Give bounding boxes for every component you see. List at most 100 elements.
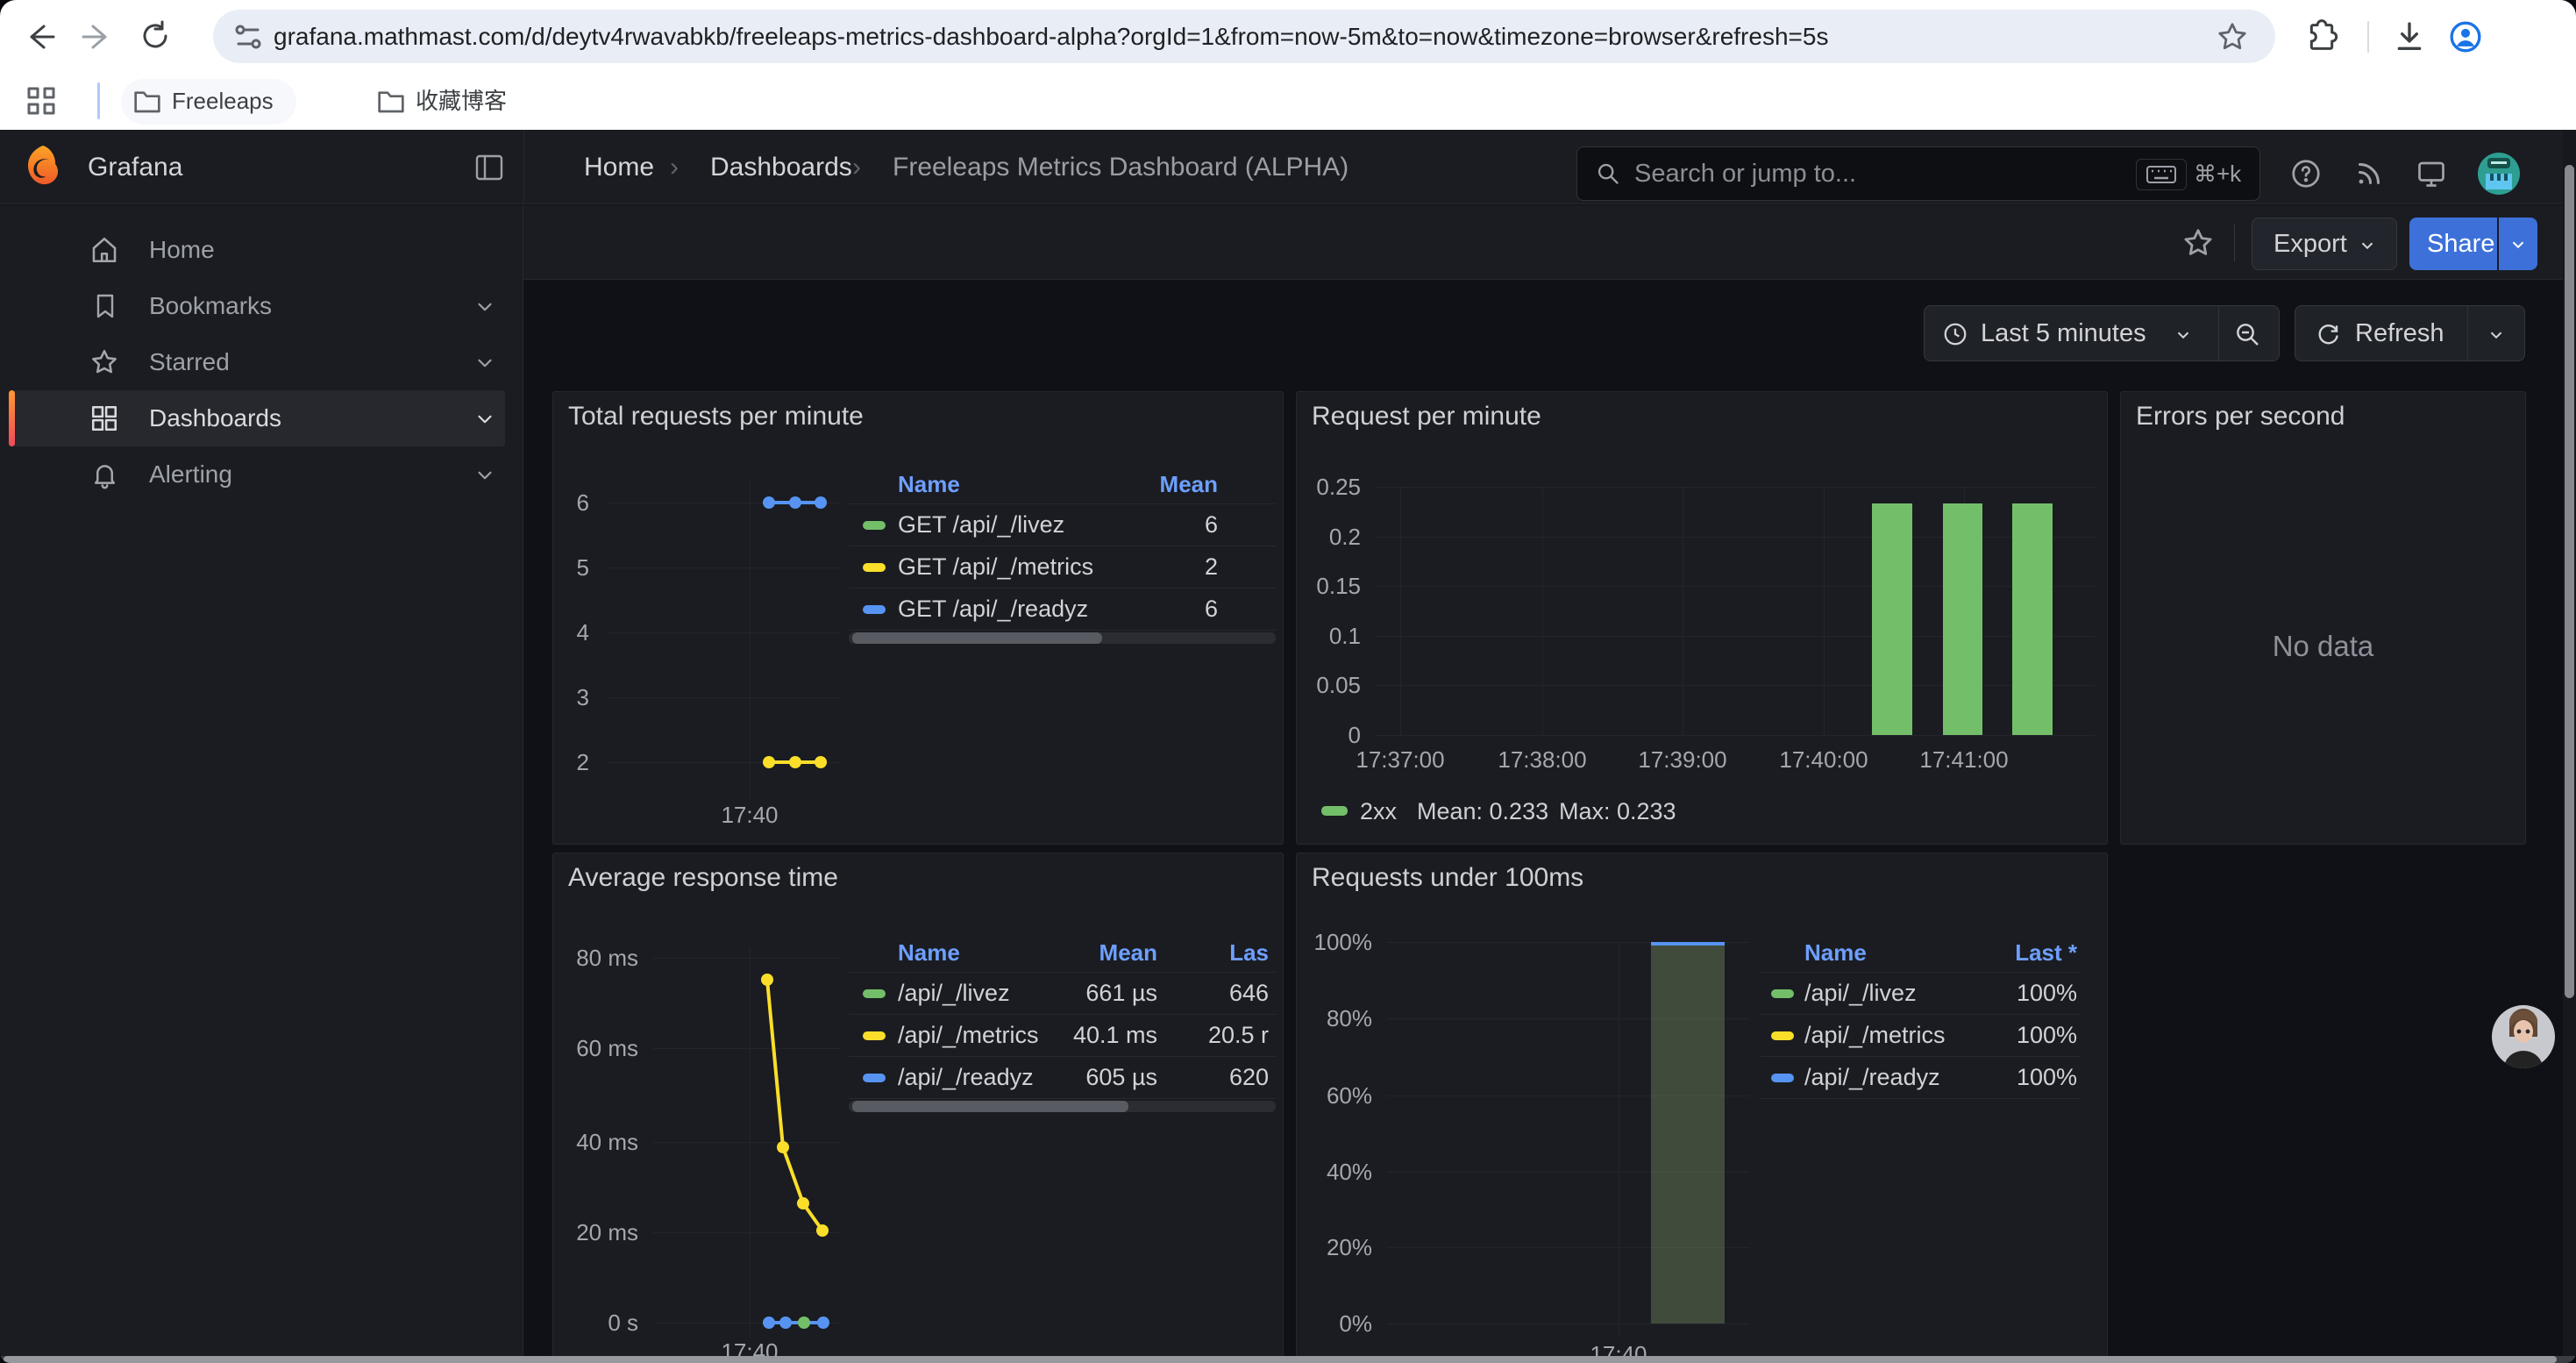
legend-row[interactable]: /api/_/readyz 605 µs 620 (849, 1057, 1276, 1099)
time-range-label[interactable]: Last 5 minutes (1981, 306, 2146, 360)
chevron-down-icon[interactable] (2174, 325, 2193, 345)
series-last: 620 (1229, 1057, 1269, 1098)
y-tick: 40% (1293, 1158, 1372, 1186)
legend-scrollbar[interactable] (849, 632, 1276, 644)
series-swatch (1321, 806, 1348, 816)
legend-row[interactable]: /api/_/livez 100% (1761, 973, 2081, 1015)
chevron-down-icon[interactable] (473, 352, 496, 375)
refresh-icon[interactable] (2315, 320, 2341, 346)
y-tick: 80% (1293, 1004, 1372, 1032)
legend-col-name[interactable]: Name (1804, 933, 1867, 972)
vertical-scrollbar-thumb[interactable] (2565, 165, 2574, 998)
legend-row[interactable]: /api/_/livez 661 µs 646 (849, 973, 1276, 1015)
help-icon[interactable] (2290, 158, 2322, 189)
breadcrumb-dashboards[interactable]: Dashboards (710, 130, 852, 204)
sidebar-item-alerting[interactable]: Alerting (0, 446, 523, 503)
refresh-interval-chevron-icon[interactable] (2487, 325, 2506, 345)
sidebar-item-label: Dashboards (149, 390, 281, 446)
series-swatch (863, 1074, 886, 1082)
refresh-button-label[interactable]: Refresh (2355, 306, 2444, 360)
active-item-accent (9, 390, 15, 446)
sidebar-item-bookmarks[interactable]: Bookmarks (0, 278, 523, 334)
share-dropdown-button[interactable] (2499, 218, 2537, 270)
series-name[interactable]: /api/_/readyz (1804, 1057, 1940, 1098)
keyboard-icon (2136, 159, 2187, 190)
bar[interactable] (2012, 503, 2053, 735)
legend-col-name[interactable]: Name (898, 465, 960, 503)
apps-grid-icon[interactable] (26, 86, 56, 116)
export-button[interactable]: Export (2252, 218, 2397, 270)
breadcrumb-home[interactable]: Home (584, 130, 654, 204)
legend-row[interactable]: /api/_/metrics 100% (1761, 1015, 2081, 1057)
chevron-down-icon[interactable] (473, 408, 496, 431)
user-avatar[interactable] (2478, 153, 2520, 195)
profile-icon[interactable] (2448, 19, 2483, 54)
area-fill[interactable] (1651, 945, 1725, 1324)
bar[interactable] (1872, 503, 1912, 735)
forward-icon[interactable] (81, 21, 112, 53)
y-tick: 0.15 (1299, 572, 1361, 600)
series-name[interactable]: /api/_/livez (1804, 973, 1917, 1014)
legend-row[interactable]: /api/_/metrics 40.1 ms 20.5 r (849, 1015, 1276, 1057)
reload-icon[interactable] (139, 19, 172, 53)
sidebar-item-label: Starred (149, 334, 230, 390)
legend-row[interactable]: GET /api/_/metrics 2 (849, 546, 1276, 589)
bookmark-item-blogs[interactable]: 收藏博客 (416, 73, 507, 130)
sidebar-item-home[interactable]: Home (0, 222, 523, 278)
bell-icon (90, 460, 119, 489)
sidebar-item-starred[interactable]: Starred (0, 334, 523, 390)
site-settings-icon[interactable] (233, 23, 263, 51)
y-tick: 60% (1293, 1081, 1372, 1110)
series-name[interactable]: GET /api/_/readyz (898, 589, 1088, 630)
y-tick: 0.25 (1299, 473, 1361, 501)
browser-menu-icon[interactable] (2523, 19, 2558, 54)
series-name[interactable]: GET /api/_/metrics (898, 546, 1093, 588)
panel-errors-per-second[interactable] (2120, 391, 2526, 845)
grafana-logo[interactable] (23, 144, 63, 186)
home-icon (89, 235, 119, 265)
legend-row[interactable]: /api/_/readyz 100% (1761, 1057, 2081, 1099)
chevron-down-icon[interactable] (473, 464, 496, 487)
panel-request-per-minute[interactable] (1296, 391, 2108, 845)
legend-col-mean[interactable]: Mean (1160, 465, 1218, 503)
legend-series-name[interactable]: 2xx (1360, 798, 1397, 824)
extensions-icon[interactable] (2304, 19, 2339, 54)
legend-col-last[interactable]: Last * (2015, 933, 2077, 972)
zoom-out-icon[interactable] (2233, 320, 2261, 348)
star-icon (89, 347, 119, 377)
sidebar-toggle-icon[interactable] (475, 154, 503, 181)
legend-table: Name Mean GET /api/_/livez 6 GET /api/_/… (849, 465, 1276, 631)
series-mean: 6 (1205, 504, 1218, 546)
series-name[interactable]: /api/_/livez (898, 973, 1010, 1014)
y-tick: 100% (1293, 928, 1372, 956)
sidebar-item-dashboards[interactable]: Dashboards (0, 390, 523, 446)
share-button[interactable]: Share (2409, 218, 2497, 270)
panel-title[interactable]: Requests under 100ms (1312, 863, 1583, 893)
horizontal-scrollbar-thumb[interactable] (4, 1356, 2557, 1363)
panel-title[interactable]: Request per minute (1312, 402, 1541, 432)
download-icon[interactable] (2392, 19, 2427, 54)
legend-col-name[interactable]: Name (898, 933, 960, 972)
bookmark-item-freeleaps[interactable]: Freeleaps (172, 73, 274, 130)
bar[interactable] (1943, 503, 1982, 735)
favorite-star-icon[interactable] (2181, 226, 2215, 260)
chevron-down-icon[interactable] (473, 296, 496, 318)
legend-col-mean[interactable]: Mean (1099, 933, 1157, 972)
news-rss-icon[interactable] (2353, 158, 2385, 189)
series-name[interactable]: /api/_/metrics (898, 1015, 1039, 1056)
series-name[interactable]: /api/_/metrics (1804, 1015, 1946, 1056)
series-name[interactable]: GET /api/_/livez (898, 504, 1064, 546)
legend-row[interactable]: GET /api/_/readyz 6 (849, 589, 1276, 631)
series-name[interactable]: /api/_/readyz (898, 1057, 1034, 1098)
panel-title[interactable]: Errors per second (2136, 402, 2345, 432)
legend-col-last[interactable]: Las (1229, 933, 1269, 972)
legend-row[interactable]: GET /api/_/livez 6 (849, 504, 1276, 546)
y-tick: 0 (1299, 721, 1361, 749)
monitor-icon[interactable] (2415, 158, 2448, 189)
legend-scrollbar[interactable] (849, 1101, 1276, 1112)
y-tick: 0.2 (1299, 523, 1361, 551)
bookmark-star-icon[interactable] (2217, 21, 2248, 53)
back-icon[interactable] (25, 21, 56, 53)
url-text[interactable]: grafana.mathmast.com/d/deytv4rwavabkb/fr… (274, 10, 1828, 63)
floating-assistant-avatar[interactable] (2492, 1005, 2555, 1068)
